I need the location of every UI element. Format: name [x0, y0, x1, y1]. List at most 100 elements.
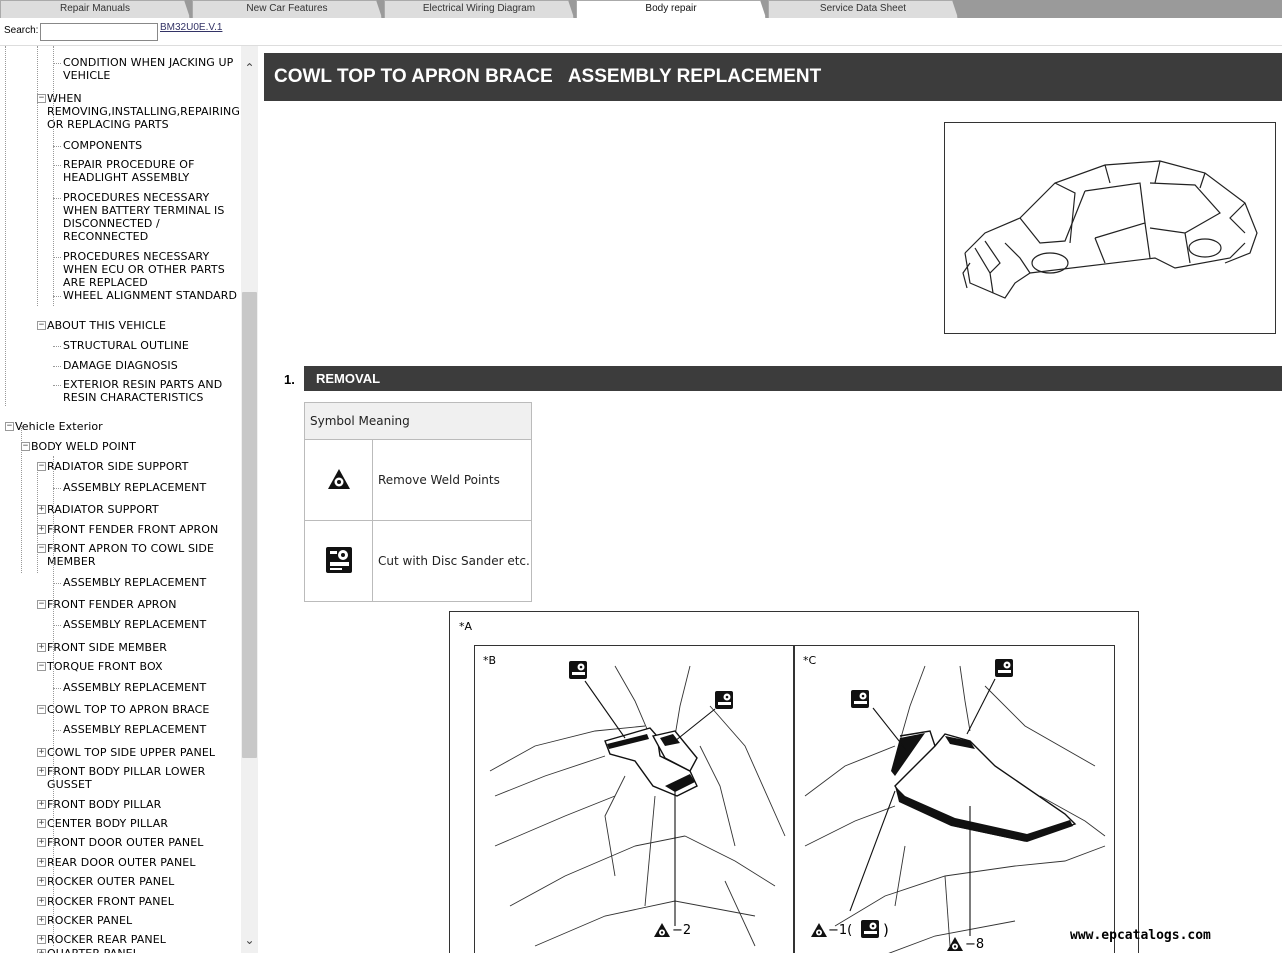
tree-item[interactable]: Vehicle Exterior −	[5, 420, 103, 433]
tree-item[interactable]: CENTER BODY PILLAR +	[37, 817, 168, 830]
tree-item-label: WHEEL ALIGNMENT STANDARD	[63, 289, 238, 302]
tree-item[interactable]: REPAIR PROCEDURE OF HEADLIGHT ASSEMBLY	[63, 158, 195, 184]
tree-item[interactable]: PROCEDURES NECESSARY WHEN BATTERY TERMIN…	[63, 191, 224, 243]
tree-item[interactable]: FRONT APRON TO COWL SIDE MEMBER −	[37, 542, 214, 568]
tree-item-label: REAR DOOR OUTER PANEL	[47, 856, 196, 869]
table-row: Cut with Disc Sander etc.	[304, 520, 532, 602]
expand-icon[interactable]: +	[37, 505, 46, 514]
expand-icon[interactable]: +	[37, 838, 46, 847]
tree-item[interactable]: ASSEMBLY REPLACEMENT	[63, 481, 206, 494]
tree-guide-line	[53, 46, 54, 306]
collapse-icon[interactable]: −	[5, 422, 14, 431]
expand-icon[interactable]: +	[37, 748, 46, 757]
tree-item[interactable]: FRONT BODY PILLAR LOWER GUSSET +	[37, 765, 205, 791]
expand-icon[interactable]: +	[37, 800, 46, 809]
scrollbar-thumb[interactable]	[242, 292, 257, 758]
tree-item-label: RADIATOR SIDE SUPPORT	[47, 460, 189, 473]
expand-icon[interactable]: +	[37, 643, 46, 652]
tree-item[interactable]: COWL TOP TO APRON BRACE −	[37, 703, 210, 716]
expand-icon[interactable]: +	[37, 916, 46, 925]
callout-weld-count-b: −2	[672, 923, 692, 938]
expand-icon[interactable]: +	[37, 949, 46, 953]
tree-item[interactable]: DAMAGE DIAGNOSIS	[63, 359, 178, 372]
expand-icon[interactable]: +	[37, 819, 46, 828]
collapse-icon[interactable]: −	[37, 705, 46, 714]
tree-item[interactable]: CONDITION WHEN JACKING UP VEHICLE	[63, 56, 233, 82]
tree-connector	[53, 583, 61, 584]
tree-item[interactable]: STRUCTURAL OUTLINE	[63, 339, 189, 352]
vehicle-body-illustration	[944, 122, 1276, 334]
tree-item[interactable]: QUARTER PANEL+	[37, 947, 139, 953]
search-bar: Search: BM32U0E.V.1	[0, 18, 1282, 46]
collapse-icon[interactable]: −	[37, 462, 46, 471]
symbol-meaning-table: Symbol Meaning Remove Weld Points Cut wi…	[304, 402, 532, 602]
tree-item[interactable]: ABOUT THIS VEHICLE −	[37, 319, 166, 332]
diagram-label-a: *A	[459, 620, 473, 633]
expand-icon[interactable]: +	[37, 877, 46, 886]
tree-item[interactable]: ROCKER OUTER PANEL +	[37, 875, 174, 888]
collapse-icon[interactable]: −	[37, 544, 46, 553]
tree-item[interactable]: PROCEDURES NECESSARY WHEN ECU OR OTHER P…	[63, 250, 225, 289]
tree-item[interactable]: ROCKER PANEL +	[37, 914, 132, 927]
tree-item-label: ASSEMBLY REPLACEMENT	[63, 681, 207, 694]
sidebar-scrollbar[interactable]: ⌃ ⌄	[241, 46, 258, 953]
navigation-tree: CONDITION WHEN JACKING UP VEHICLE WHEN RE…	[0, 46, 258, 953]
collapse-icon[interactable]: −	[37, 662, 46, 671]
tree-item[interactable]: COMPONENTS	[63, 139, 142, 152]
weld-point-icon	[327, 468, 350, 489]
tree-item-label: FRONT DOOR OUTER PANEL	[47, 836, 204, 849]
document-id-link[interactable]: BM32U0E.V.1	[160, 22, 222, 33]
tree-item[interactable]: ROCKER FRONT PANEL +	[37, 895, 174, 908]
scroll-down-icon[interactable]: ⌄	[241, 932, 258, 948]
tree-item-label: COWL TOP SIDE UPPER PANEL	[47, 746, 216, 759]
tree-item-label: PROCEDURES NECESSARY WHEN ECU OR OTHER P…	[63, 250, 225, 289]
tree-connector	[53, 296, 61, 297]
tree-connector	[53, 198, 61, 199]
section-number: 1.	[284, 372, 295, 387]
collapse-icon[interactable]: −	[21, 442, 30, 451]
tree-item[interactable]: ASSEMBLY REPLACEMENT	[63, 681, 206, 694]
tree-item[interactable]: ASSEMBLY REPLACEMENT	[63, 576, 206, 589]
tree-item[interactable]: TORQUE FRONT BOX −	[37, 660, 163, 673]
tab-electrical-wiring-diagram[interactable]: Electrical Wiring Diagram	[384, 0, 574, 18]
tree-item[interactable]: EXTERIOR RESIN PARTS AND RESIN CHARACTER…	[63, 378, 222, 404]
diagram-panel-b: *B −2	[474, 645, 794, 953]
tree-item-label: FRONT FENDER FRONT APRON	[47, 523, 219, 536]
tree-item[interactable]: FRONT DOOR OUTER PANEL +	[37, 836, 204, 849]
tree-item[interactable]: WHEN REMOVING,INSTALLING,REPAIRING OR RE…	[37, 92, 240, 131]
search-input[interactable]	[40, 23, 158, 41]
tab-service-data-sheet[interactable]: Service Data Sheet	[768, 0, 958, 18]
tree-item[interactable]: ASSEMBLY REPLACEMENT	[63, 723, 206, 736]
tree-item-label: FRONT BODY PILLAR	[47, 798, 162, 811]
collapse-icon[interactable]: −	[37, 321, 46, 330]
expand-icon[interactable]: +	[37, 767, 46, 776]
tab-new-car-features[interactable]: New Car Features	[192, 0, 382, 18]
tree-item[interactable]: FRONT SIDE MEMBER +	[37, 641, 167, 654]
disc-sander-callout-icon	[861, 920, 879, 938]
tree-item[interactable]: COWL TOP SIDE UPPER PANEL +	[37, 746, 216, 759]
tree-item[interactable]: WHEEL ALIGNMENT STANDARD	[63, 289, 237, 302]
expand-icon[interactable]: +	[37, 935, 46, 944]
tree-item[interactable]: RADIATOR SUPPORT +	[37, 503, 159, 516]
collapse-icon[interactable]: −	[37, 94, 46, 103]
tree-item[interactable]: ASSEMBLY REPLACEMENT	[63, 618, 206, 631]
tree-item[interactable]: ROCKER REAR PANEL +	[37, 933, 166, 946]
tree-item-label: COWL TOP TO APRON BRACE	[47, 703, 210, 716]
tree-item[interactable]: FRONT FENDER APRON −	[37, 598, 177, 611]
tree-item-label: RADIATOR SUPPORT	[47, 503, 159, 516]
tree-item[interactable]: REAR DOOR OUTER PANEL +	[37, 856, 196, 869]
expand-icon[interactable]: +	[37, 897, 46, 906]
tree-item[interactable]: FRONT BODY PILLAR +	[37, 798, 162, 811]
collapse-icon[interactable]: −	[37, 600, 46, 609]
tree-item-label: ASSEMBLY REPLACEMENT	[63, 723, 207, 736]
expand-icon[interactable]: +	[37, 525, 46, 534]
expand-icon[interactable]: +	[37, 858, 46, 867]
tree-item[interactable]: RADIATOR SIDE SUPPORT −	[37, 460, 189, 473]
tab-body-repair[interactable]: Body repair	[576, 0, 766, 18]
scroll-up-icon[interactable]: ⌃	[241, 60, 258, 76]
tree-item[interactable]: FRONT FENDER FRONT APRON +	[37, 523, 219, 536]
callout-weld-count-c2: −8	[965, 937, 985, 952]
tab-repair-manuals[interactable]: Repair Manuals	[0, 0, 190, 18]
tree-item[interactable]: BODY WELD POINT −	[21, 440, 136, 453]
tab-bar: Repair Manuals New Car Features Electrical…	[0, 0, 1282, 18]
